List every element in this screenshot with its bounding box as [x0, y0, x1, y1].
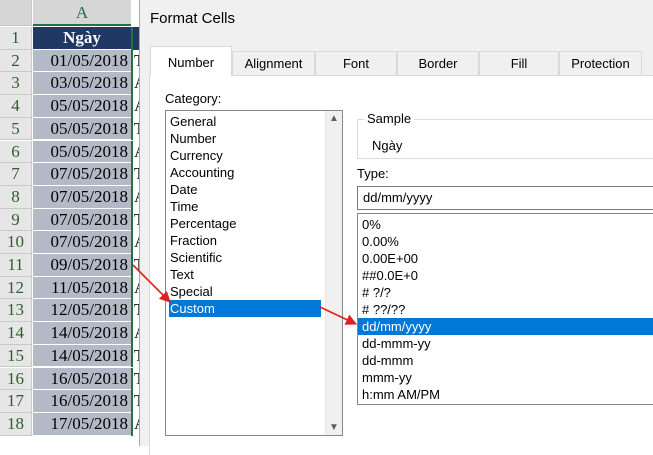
- date-cell[interactable]: 14/05/2018: [33, 322, 131, 345]
- date-cell[interactable]: 16/05/2018: [33, 367, 131, 391]
- category-item-custom[interactable]: Custom: [169, 300, 321, 317]
- row-header[interactable]: 6: [0, 140, 32, 164]
- category-item-fraction[interactable]: Fraction: [169, 232, 321, 249]
- tab-font[interactable]: Font: [315, 51, 397, 75]
- category-item-accounting[interactable]: Accounting: [169, 164, 321, 181]
- row-header[interactable]: 15: [0, 344, 32, 368]
- type-item[interactable]: 0%: [358, 216, 653, 233]
- date-cell[interactable]: 11/05/2018: [33, 276, 131, 300]
- tab-border[interactable]: Border: [397, 51, 479, 75]
- row-header[interactable]: 7: [0, 163, 32, 186]
- category-item-text[interactable]: Text: [169, 266, 321, 283]
- type-item[interactable]: ##0.0E+0: [358, 267, 653, 284]
- row-header[interactable]: 10: [0, 231, 32, 254]
- tab-alignment[interactable]: Alignment: [232, 51, 315, 75]
- category-item-currency[interactable]: Currency: [169, 147, 321, 164]
- category-item-special[interactable]: Special: [169, 283, 321, 300]
- row-header[interactable]: 9: [0, 208, 32, 232]
- date-cell[interactable]: 17/05/2018: [33, 412, 131, 436]
- category-item-percentage[interactable]: Percentage: [169, 215, 321, 232]
- date-cell[interactable]: 07/05/2018: [33, 185, 131, 209]
- row-header[interactable]: 3: [0, 72, 32, 96]
- tab-number[interactable]: Number: [150, 46, 232, 76]
- row-header[interactable]: 4: [0, 95, 32, 118]
- type-item[interactable]: dd/mm/yyyy: [358, 318, 653, 335]
- date-cell[interactable]: 07/05/2018: [33, 208, 131, 232]
- row-header[interactable]: 16: [0, 367, 32, 391]
- category-list[interactable]: General Number Currency Accounting Date Time P…: [165, 110, 343, 436]
- category-item-general[interactable]: General: [169, 113, 321, 130]
- sample-box: Sample Ngày: [357, 111, 653, 159]
- tab-protection[interactable]: Protection: [559, 51, 642, 75]
- date-cell[interactable]: 07/05/2018: [33, 231, 131, 254]
- dialog-title: Format Cells: [150, 10, 236, 27]
- type-item[interactable]: h:mm AM/PM: [358, 386, 653, 403]
- tab-fill[interactable]: Fill: [479, 51, 559, 75]
- scroll-up-icon[interactable]: ▲: [329, 113, 339, 124]
- type-label: Type:: [357, 166, 389, 181]
- category-item-scientific[interactable]: Scientific: [169, 249, 321, 266]
- type-item[interactable]: # ?/?: [358, 284, 653, 301]
- select-all-corner[interactable]: [0, 0, 32, 26]
- date-cell[interactable]: 12/05/2018: [33, 299, 131, 323]
- category-label: Category:: [165, 91, 222, 106]
- category-item-time[interactable]: Time: [169, 198, 321, 215]
- scroll-down-icon[interactable]: ▼: [329, 422, 339, 433]
- type-item[interactable]: dd-mmm: [358, 352, 653, 369]
- format-cells-dialog: Format Cells Number Alignment Font Borde…: [139, 0, 653, 455]
- row-header[interactable]: 17: [0, 390, 32, 413]
- row-header[interactable]: 8: [0, 185, 32, 209]
- type-item[interactable]: 0.00E+00: [358, 250, 653, 267]
- row-header[interactable]: 12: [0, 276, 32, 300]
- row-header[interactable]: 13: [0, 299, 32, 323]
- column-header-a[interactable]: A: [33, 0, 131, 26]
- date-cell[interactable]: 03/05/2018: [33, 72, 131, 96]
- date-cell[interactable]: 16/05/2018: [33, 390, 131, 413]
- sample-label: Sample: [364, 111, 415, 126]
- date-cell[interactable]: 09/05/2018: [33, 254, 131, 277]
- number-tab-panel: Category: General Number Currency Accountin…: [149, 75, 653, 455]
- row-header[interactable]: 2: [0, 49, 32, 73]
- row-header[interactable]: 14: [0, 322, 32, 345]
- row-header[interactable]: 11: [0, 254, 32, 277]
- row-header[interactable]: 5: [0, 117, 32, 141]
- type-item[interactable]: dd-mmm-yy: [358, 335, 653, 352]
- date-cell[interactable]: 07/05/2018: [33, 163, 131, 186]
- date-cell[interactable]: 14/05/2018: [33, 344, 131, 368]
- type-item[interactable]: # ??/??: [358, 301, 653, 318]
- type-list[interactable]: 0% 0.00% 0.00E+00 ##0.0E+0 # ?/? # ??/?? dd/mm…: [357, 213, 653, 405]
- sample-value: Ngày: [372, 138, 403, 153]
- category-item-date[interactable]: Date: [169, 181, 321, 198]
- category-item-number[interactable]: Number: [169, 130, 321, 147]
- date-cell[interactable]: 05/05/2018: [33, 117, 131, 141]
- date-cell[interactable]: 05/05/2018: [33, 140, 131, 164]
- type-item[interactable]: 0.00%: [358, 233, 653, 250]
- row-header[interactable]: 18: [0, 412, 32, 436]
- date-cell[interactable]: 01/05/2018: [33, 49, 131, 73]
- type-item[interactable]: mmm-yy: [358, 369, 653, 386]
- spreadsheet: A 1Ngày201/05/2018T303/05/2018A405/05/20…: [0, 0, 140, 446]
- row-header[interactable]: 1: [0, 27, 32, 50]
- type-input[interactable]: dd/mm/yyyy: [357, 186, 653, 210]
- header-cell[interactable]: Ngày: [33, 27, 131, 50]
- category-scrollbar[interactable]: ▲ ▼: [325, 111, 342, 435]
- date-cell[interactable]: 05/05/2018: [33, 95, 131, 118]
